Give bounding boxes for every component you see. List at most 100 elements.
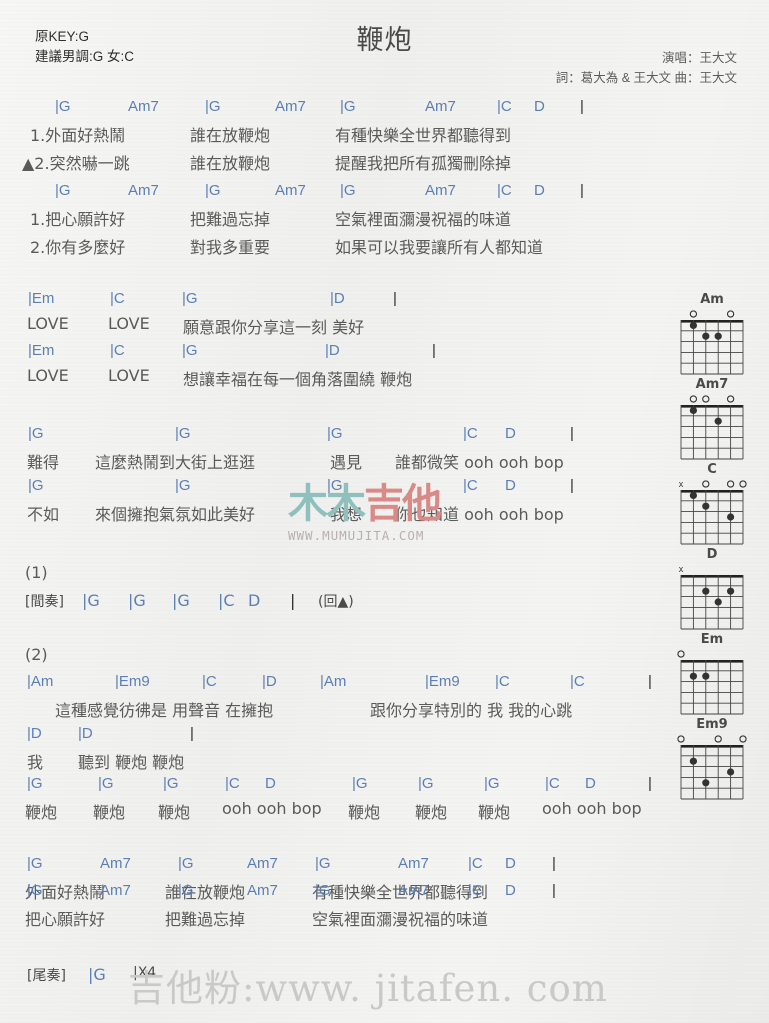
chord-token: |D bbox=[325, 342, 340, 359]
writer-credit: 詞：葛大為 & 王大文 曲：王大文 bbox=[555, 71, 737, 85]
mumujita-url: WWW.MUMUJITA.COM bbox=[288, 528, 425, 543]
chord-token: D bbox=[505, 477, 516, 494]
chord-token: |Em bbox=[28, 290, 55, 307]
chord-token: |C bbox=[468, 882, 483, 899]
section-label: [間奏] bbox=[25, 594, 64, 610]
lyric-row: 1.把心願許好 把難過忘掉 空氣裡面瀰漫祝福的味道 bbox=[0, 206, 690, 234]
section-verse-2: |G Am7 |G Am7 |G Am7 |C D | 1.把心願許好 把難過忘掉 空氣裡面瀰漫祝福的… bbox=[0, 182, 690, 262]
lyric-token: 鞭炮 bbox=[158, 803, 191, 822]
lyric-token: 你也知道 ooh ooh bop bbox=[395, 505, 564, 524]
bar-line: | bbox=[570, 425, 574, 442]
chord-token: |G bbox=[28, 477, 44, 494]
chord-diagram-panel: Am Am7 Cx Dx Em Em9 bbox=[669, 292, 755, 802]
chord-token: |G bbox=[175, 425, 191, 442]
chord-token: |C bbox=[495, 673, 510, 690]
lyric-token: (2) bbox=[25, 645, 48, 664]
chord-token: D bbox=[534, 98, 545, 115]
chord-token: |Am bbox=[27, 673, 54, 690]
chord-token: D bbox=[505, 425, 516, 442]
chord-diagram-grid bbox=[677, 735, 747, 800]
lyric-token: 難得 bbox=[27, 453, 60, 472]
lyric-token: 1.外面好熱鬧 bbox=[30, 126, 126, 145]
chord-token: |G bbox=[178, 855, 194, 872]
chord-token: D bbox=[505, 882, 516, 899]
lyric-token: 誰在放鞭炮 bbox=[190, 154, 271, 173]
chord-token: |G bbox=[418, 775, 434, 792]
lyric-row: [尾奏] |G |X4 bbox=[0, 965, 690, 993]
chord-diagram-name: C bbox=[707, 462, 717, 477]
section-label: |X4 bbox=[133, 965, 157, 981]
credits: 演唱：王大文 詞：葛大為 & 王大文 曲：王大文 bbox=[556, 48, 737, 88]
chord-token: |G bbox=[340, 182, 356, 199]
chord-token: Am7 bbox=[128, 182, 159, 199]
chord-token: |G bbox=[315, 855, 331, 872]
bar-line: | bbox=[648, 775, 652, 792]
bar-line: | bbox=[290, 591, 296, 610]
lyric-token: (1) bbox=[25, 563, 48, 582]
chord-row: |Em |C |G |D | bbox=[0, 290, 690, 314]
bar-line: | bbox=[552, 882, 556, 899]
chord-token: |G bbox=[55, 98, 71, 115]
chord-token: Am7 bbox=[275, 98, 306, 115]
bar-line: | bbox=[580, 98, 584, 115]
section-verse-1: |G Am7 |G Am7 |G Am7 |C D | 1.外面好熱鬧 誰在放鞭炮 有種快樂全世界都聽… bbox=[0, 98, 690, 178]
chord-token: Am7 bbox=[128, 98, 159, 115]
chord-token: |C bbox=[202, 673, 217, 690]
chord-diagram-C: Cx bbox=[669, 462, 755, 547]
lyric-row: 我 聽到 鞭炮 鞭炮 bbox=[0, 749, 690, 777]
lyric-token: 聽到 鞭炮 鞭炮 bbox=[78, 753, 185, 772]
lyric-token: 空氣裡面瀰漫祝福的味道 bbox=[335, 210, 512, 229]
chord-diagram-grid: x bbox=[679, 479, 747, 545]
chord-row: |Em |C |G |D | bbox=[0, 342, 690, 366]
chord-token: |D bbox=[78, 725, 93, 742]
section-verse-repeat-2: |G Am7 |G Am7 |G Am7 |C D | 把心願許好 把難過忘掉 空氣裡面瀰漫祝福的味道 bbox=[0, 882, 690, 934]
chord-token: |G bbox=[88, 965, 106, 984]
lyric-row: 難得 這麼熱鬧到大街上逛逛 遇見 誰都微笑 ooh ooh bop bbox=[0, 449, 690, 477]
chord-token: |C bbox=[225, 775, 240, 792]
lyric-row: 把心願許好 把難過忘掉 空氣裡面瀰漫祝福的味道 bbox=[0, 906, 690, 934]
bar-line: | bbox=[432, 342, 436, 359]
chord-row: |G |G |G |C D |G |G |G |C D | bbox=[0, 775, 690, 799]
lyric-token: 鞭炮 bbox=[415, 803, 448, 822]
lyric-token: LOVE bbox=[27, 314, 69, 333]
chord-token: |C bbox=[570, 673, 585, 690]
chord-diagram-grid bbox=[677, 650, 744, 715]
chord-token: |G bbox=[327, 425, 343, 442]
lyric-token: 想讓幸福在每一個角落圍繞 鞭炮 bbox=[183, 370, 413, 389]
section-part-2: (2) |Am |Em9 |C |D |Am |Em9 |C |C | 這種感覺彷彿是 用聲音 在擁… bbox=[0, 645, 690, 777]
lyric-token: ooh ooh bop bbox=[542, 799, 642, 818]
chord-token: Am7 bbox=[247, 882, 278, 899]
section-label: (回▲) bbox=[318, 594, 354, 610]
chord-token: |D bbox=[27, 725, 42, 742]
chord-token: |G bbox=[27, 775, 43, 792]
lyric-row: LOVE LOVE 想讓幸福在每一個角落圍繞 鞭炮 bbox=[0, 366, 690, 394]
section-label: [尾奏] bbox=[27, 968, 66, 984]
lyric-row: LOVE LOVE 願意跟你分享這一刻 美好 bbox=[0, 314, 690, 342]
chord-token: Am7 bbox=[398, 882, 429, 899]
chord-row: |Am |Em9 |C |D |Am |Em9 |C |C | bbox=[0, 673, 690, 697]
bar-line: | bbox=[648, 673, 652, 690]
chord-token: |G bbox=[205, 98, 221, 115]
chord-token: |G bbox=[182, 342, 198, 359]
section-chorus-love: |Em |C |G |D | LOVE LOVE 願意跟你分享這一刻 美好 |Em |C |G |D |… bbox=[0, 290, 690, 394]
chord-token: |G bbox=[352, 775, 368, 792]
bar-line: | bbox=[552, 855, 556, 872]
bar-line: | bbox=[580, 182, 584, 199]
lyric-token: 1.把心願許好 bbox=[30, 210, 126, 229]
lyric-token: 把難過忘掉 bbox=[190, 210, 271, 229]
chord-diagram-Em: Em bbox=[669, 632, 755, 717]
lyric-token: 這種感覺彷彿是 用聲音 在擁抱 bbox=[55, 701, 274, 720]
chord-token: D bbox=[505, 855, 516, 872]
lyric-token: LOVE bbox=[108, 314, 150, 333]
chord-token: D bbox=[265, 775, 276, 792]
lyric-row: (2) bbox=[0, 645, 690, 673]
svg-text:x: x bbox=[679, 564, 684, 574]
chord-token: |C bbox=[545, 775, 560, 792]
section-outro: [尾奏] |G |X4 bbox=[0, 965, 690, 993]
chord-token: |G bbox=[98, 775, 114, 792]
chord-token: |C bbox=[463, 477, 478, 494]
lyric-row: ▲2.突然嚇一跳 誰在放鞭炮 提醒我把所有孤獨刪除掉 bbox=[0, 150, 690, 178]
chord-row: |G |G |G |C D | bbox=[0, 425, 690, 449]
lyric-token: LOVE bbox=[27, 366, 69, 385]
lyric-token: 誰在放鞭炮 bbox=[190, 126, 271, 145]
